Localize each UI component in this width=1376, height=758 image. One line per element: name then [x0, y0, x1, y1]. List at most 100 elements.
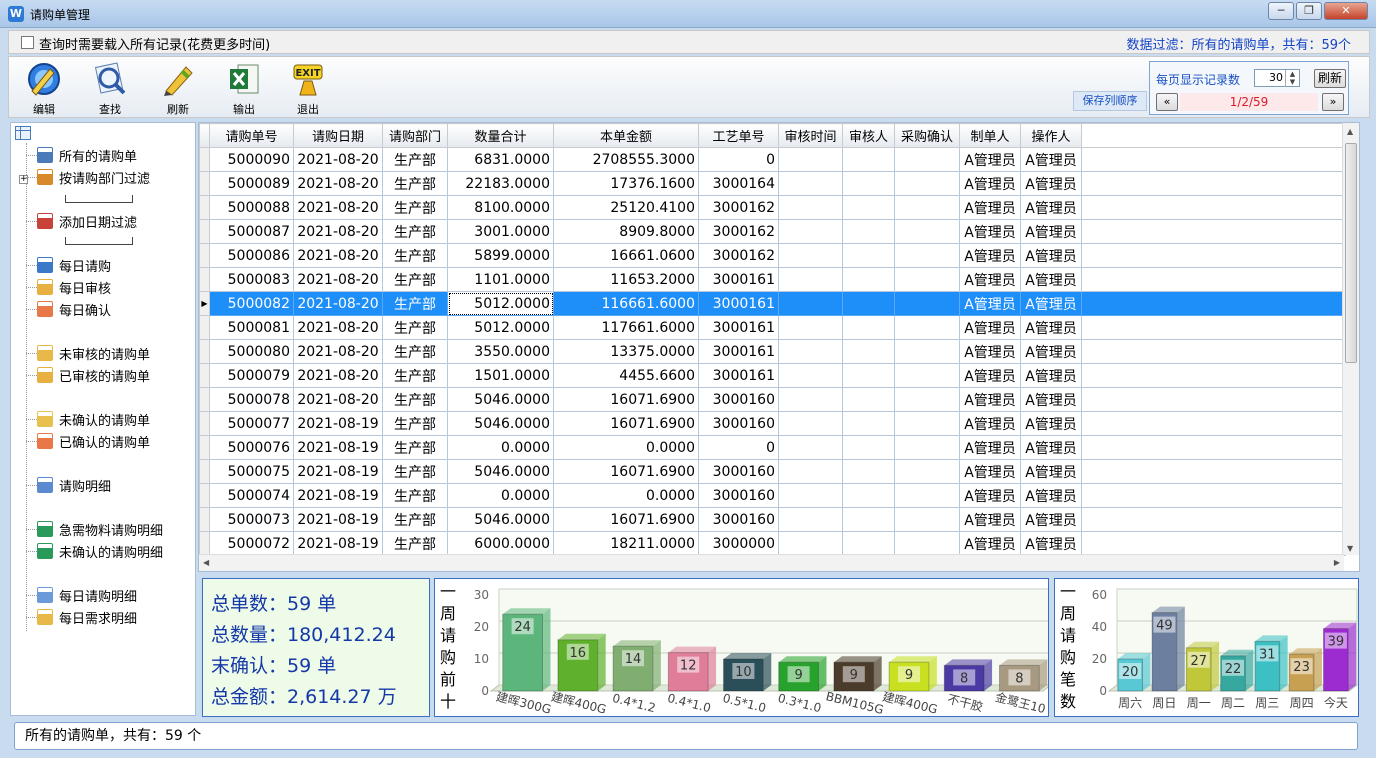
table-cell[interactable]: A管理员	[1020, 363, 1082, 388]
table-cell[interactable]	[778, 147, 843, 172]
table-cell[interactable]: 5000072	[209, 531, 294, 556]
table-cell[interactable]: 5000087	[209, 219, 294, 244]
table-cell[interactable]: 3000162	[698, 195, 779, 220]
table-cell[interactable]: 5000076	[209, 435, 294, 460]
table-cell[interactable]: 2021-08-19	[293, 411, 383, 436]
refresh-button[interactable]: 刷新	[153, 61, 203, 117]
table-cell[interactable]: 3000161	[698, 339, 779, 364]
row-indicator[interactable]	[199, 195, 210, 220]
table-cell[interactable]: A管理员	[959, 483, 1021, 508]
table-cell[interactable]: 5046.0000	[447, 387, 554, 412]
sidebar-item-0[interactable]: 所有的请购单	[37, 145, 137, 165]
table-cell[interactable]: A管理员	[1020, 147, 1082, 172]
table-cell[interactable]	[778, 411, 843, 436]
row-indicator[interactable]	[199, 531, 210, 556]
table-cell[interactable]	[842, 171, 895, 196]
row-indicator[interactable]	[199, 243, 210, 268]
table-cell[interactable]: 2021-08-20	[293, 315, 383, 340]
row-indicator[interactable]	[199, 171, 210, 196]
table-cell[interactable]: 0	[698, 435, 779, 460]
table-row[interactable]: 5000088 2021-08-20 生产部 8100.0000 25120.4100 3…	[199, 195, 1346, 220]
table-cell[interactable]: 生产部	[382, 411, 448, 436]
table-cell[interactable]: A管理员	[959, 435, 1021, 460]
table-cell[interactable]: 生产部	[382, 387, 448, 412]
table-cell[interactable]: 3000160	[698, 483, 779, 508]
table-cell[interactable]: 生产部	[382, 171, 448, 196]
table-cell[interactable]: 16071.6900	[553, 459, 699, 484]
table-cell[interactable]: 11653.2000	[553, 267, 699, 292]
sidebar-item-7[interactable]: 已审核的请购单	[37, 365, 150, 385]
table-cell[interactable]: 生产部	[382, 339, 448, 364]
table-cell[interactable]	[894, 243, 960, 268]
sidebar-item-8[interactable]: 未确认的请购单	[37, 409, 150, 429]
table-cell[interactable]: A管理员	[1020, 339, 1082, 364]
table-cell[interactable]: 3000000	[698, 531, 779, 556]
table-cell[interactable]: 2021-08-19	[293, 435, 383, 460]
column-header[interactable]: 审核人	[842, 123, 895, 148]
table-cell[interactable]	[842, 243, 895, 268]
table-cell[interactable]: 5000075	[209, 459, 294, 484]
minimize-button[interactable]: ─	[1268, 2, 1294, 20]
table-cell[interactable]: A管理员	[959, 531, 1021, 556]
column-header[interactable]: 数量合计	[447, 123, 554, 148]
per-page-spinner[interactable]: ▲ ▼	[1285, 70, 1299, 86]
table-cell[interactable]	[778, 219, 843, 244]
sidebar-item-12[interactable]: 未确认的请购明细	[37, 541, 163, 561]
table-cell[interactable]: A管理员	[1020, 507, 1082, 532]
table-cell[interactable]: A管理员	[1020, 411, 1082, 436]
table-cell[interactable]: 5046.0000	[447, 411, 554, 436]
table-cell[interactable]: 2021-08-19	[293, 507, 383, 532]
table-cell[interactable]: 3000164	[698, 171, 779, 196]
table-cell[interactable]: A管理员	[959, 267, 1021, 292]
sidebar-item-10[interactable]: 请购明细	[37, 475, 111, 495]
table-cell[interactable]	[842, 507, 895, 532]
table-cell[interactable]: 2021-08-20	[293, 363, 383, 388]
column-header[interactable]: 请购日期	[293, 123, 383, 148]
table-cell[interactable]: A管理员	[1020, 291, 1082, 316]
sidebar-item-5[interactable]: 每日确认	[37, 299, 111, 319]
sidebar-item-2[interactable]: 添加日期过滤	[37, 211, 137, 231]
table-cell[interactable]: 2021-08-20	[293, 339, 383, 364]
table-cell[interactable]: 1501.0000	[447, 363, 554, 388]
table-cell[interactable]: 4455.6600	[553, 363, 699, 388]
column-header[interactable]: 请购部门	[382, 123, 448, 148]
table-cell[interactable]: 5000073	[209, 507, 294, 532]
table-cell[interactable]: 22183.0000	[447, 171, 554, 196]
table-cell[interactable]: A管理员	[959, 195, 1021, 220]
sidebar-item-1[interactable]: 按请购部门过滤	[37, 167, 150, 187]
sidebar-item-14[interactable]: 每日需求明细	[37, 607, 137, 627]
table-cell[interactable]: 生产部	[382, 267, 448, 292]
table-cell[interactable]: 生产部	[382, 435, 448, 460]
scroll-thumb[interactable]	[1345, 143, 1357, 363]
table-cell[interactable]: 2021-08-20	[293, 387, 383, 412]
table-cell[interactable]	[842, 147, 895, 172]
table-cell[interactable]: 13375.0000	[553, 339, 699, 364]
table-cell[interactable]: 5000081	[209, 315, 294, 340]
table-cell[interactable]	[778, 531, 843, 556]
column-header[interactable]: 工艺单号	[698, 123, 779, 148]
close-button[interactable]: ✕	[1324, 2, 1368, 20]
row-indicator[interactable]	[199, 147, 210, 172]
table-cell[interactable]	[894, 483, 960, 508]
table-cell[interactable]: 生产部	[382, 483, 448, 508]
vertical-scrollbar[interactable]: ▲ ▼	[1342, 123, 1359, 555]
table-cell[interactable]: 3000161	[698, 363, 779, 388]
table-cell[interactable]: 3000161	[698, 291, 779, 316]
table-cell[interactable]	[894, 411, 960, 436]
table-cell[interactable]: A管理员	[959, 363, 1021, 388]
table-cell[interactable]: 生产部	[382, 243, 448, 268]
table-cell[interactable]	[894, 339, 960, 364]
table-cell[interactable]	[778, 243, 843, 268]
column-header[interactable]: 审核时间	[778, 123, 843, 148]
table-cell[interactable]: 生产部	[382, 195, 448, 220]
sidebar-item-4[interactable]: 每日审核	[37, 277, 111, 297]
table-cell[interactable]: A管理员	[1020, 315, 1082, 340]
sidebar-item-3[interactable]: 每日请购	[37, 255, 111, 275]
row-indicator[interactable]	[199, 483, 210, 508]
sidebar-item-6[interactable]: 未审核的请购单	[37, 343, 150, 363]
table-cell[interactable]: 5000088	[209, 195, 294, 220]
table-cell[interactable]: 生产部	[382, 315, 448, 340]
table-cell[interactable]: A管理员	[959, 459, 1021, 484]
table-cell[interactable]	[894, 267, 960, 292]
table-cell[interactable]	[778, 507, 843, 532]
